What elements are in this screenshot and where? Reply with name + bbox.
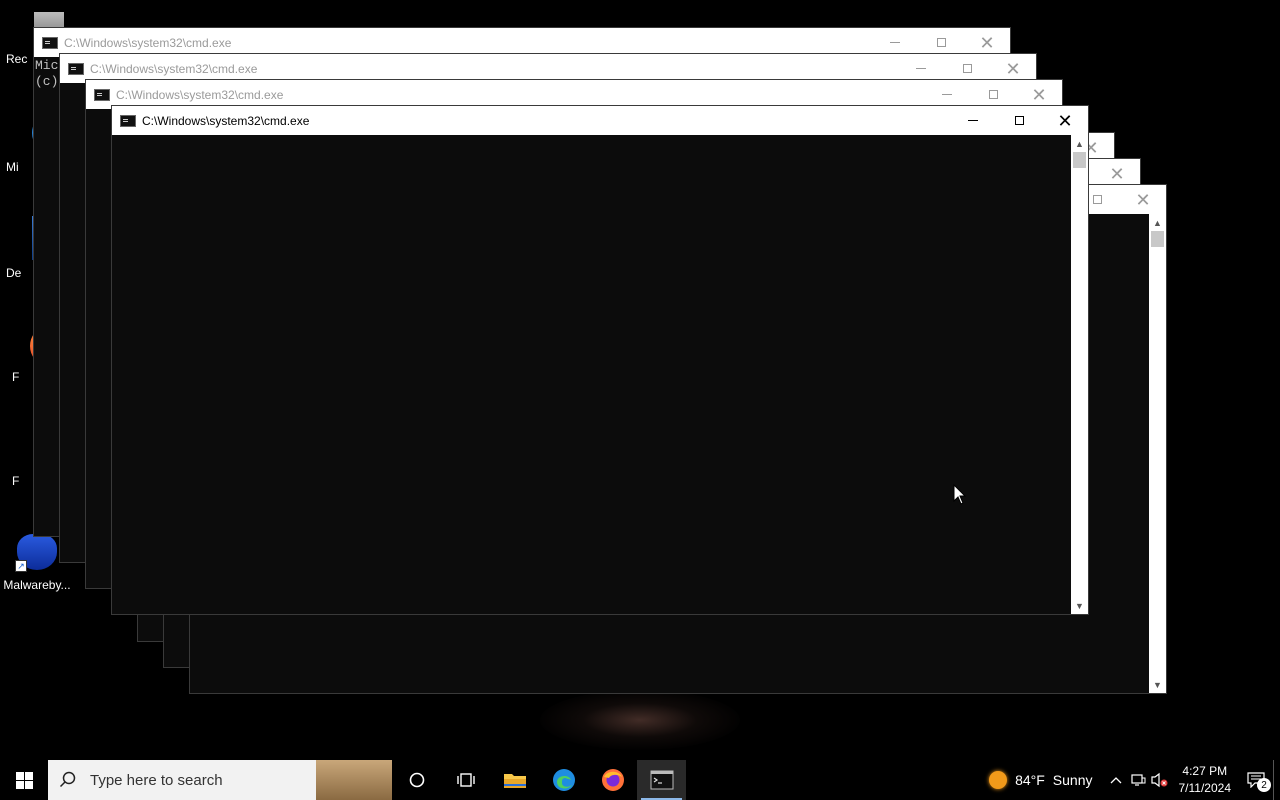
firefox-icon bbox=[601, 769, 624, 791]
clock[interactable]: 4:27 PM 7/11/2024 bbox=[1179, 763, 1232, 797]
cmd-icon bbox=[650, 770, 673, 790]
system-tray: 84°F Sunny 4:27 PM 7/11/2024 2 bbox=[989, 760, 1280, 800]
search-icon bbox=[48, 771, 88, 789]
file-explorer-button[interactable] bbox=[490, 760, 539, 800]
window-title: C:\Windows\system32\cmd.exe bbox=[90, 61, 258, 76]
window-title: C:\Windows\system32\cmd.exe bbox=[64, 35, 232, 50]
taskbar: 84°F Sunny 4:27 PM 7/11/2024 2 bbox=[0, 760, 1280, 800]
console-line: Mic bbox=[35, 58, 59, 73]
scroll-thumb[interactable] bbox=[1073, 152, 1086, 168]
cmd-taskbar-button[interactable] bbox=[637, 760, 686, 800]
desktop-icon-label: Malwareby... bbox=[3, 578, 71, 592]
cortana-icon bbox=[409, 772, 424, 788]
action-center-button[interactable]: 2 bbox=[1239, 760, 1273, 800]
vertical-scrollbar[interactable]: ▲ ▼ bbox=[1071, 135, 1088, 614]
search-highlight-image bbox=[316, 760, 392, 800]
window-title: C:\Windows\system32\cmd.exe bbox=[142, 113, 310, 128]
weather-widget[interactable]: 84°F Sunny bbox=[989, 771, 1093, 789]
scroll-down-icon[interactable]: ▼ bbox=[1071, 597, 1088, 614]
volume-button[interactable] bbox=[1149, 760, 1171, 800]
edge-icon bbox=[552, 769, 575, 791]
window-title: C:\Windows\system32\cmd.exe bbox=[116, 87, 284, 102]
weather-description: Sunny bbox=[1052, 772, 1093, 788]
maximize-icon bbox=[988, 90, 998, 99]
cmd-icon bbox=[120, 114, 136, 127]
scroll-thumb[interactable] bbox=[1151, 231, 1164, 247]
scroll-down-icon[interactable]: ▼ bbox=[1149, 676, 1166, 693]
cmd-window-active[interactable]: C:\Windows\system32\cmd.exe ✕ ▲ ▼ bbox=[111, 105, 1089, 615]
weather-temperature: 84°F bbox=[1015, 772, 1045, 788]
close-icon: ✕ bbox=[979, 32, 995, 53]
maximize-icon bbox=[1014, 116, 1024, 125]
volume-muted-icon bbox=[1150, 772, 1167, 788]
network-icon bbox=[1130, 774, 1145, 786]
maximize-icon bbox=[962, 64, 972, 73]
search-input[interactable] bbox=[88, 770, 312, 790]
cortana-button[interactable] bbox=[392, 760, 441, 800]
cmd-icon bbox=[94, 88, 110, 101]
close-icon: ✕ bbox=[1005, 58, 1021, 79]
firefox-button[interactable] bbox=[588, 760, 637, 800]
close-button[interactable]: ✕ bbox=[1042, 106, 1088, 135]
folder-icon bbox=[503, 774, 526, 788]
show-desktop-button[interactable] bbox=[1273, 760, 1280, 800]
close-button[interactable]: ✕ bbox=[1120, 185, 1166, 214]
notification-count-badge: 2 bbox=[1257, 778, 1271, 792]
minimize-icon bbox=[916, 68, 926, 69]
vertical-scrollbar[interactable]: ▲ ▼ bbox=[1149, 214, 1166, 693]
minimize-icon bbox=[968, 120, 978, 121]
console-line: (c) bbox=[35, 74, 59, 89]
console-output: Mic (c) bbox=[34, 58, 58, 90]
show-hidden-icons-button[interactable] bbox=[1105, 760, 1127, 800]
edge-button[interactable] bbox=[539, 760, 588, 800]
network-button[interactable] bbox=[1127, 760, 1149, 800]
windows-logo-icon bbox=[15, 771, 33, 789]
mouse-cursor-icon bbox=[953, 484, 967, 505]
clock-date: 7/11/2024 bbox=[1178, 781, 1232, 795]
window-titlebar[interactable]: C:\Windows\system32\cmd.exe ✕ bbox=[112, 106, 1088, 135]
close-icon: ✕ bbox=[1057, 110, 1073, 131]
taskbar-search-box[interactable] bbox=[48, 760, 392, 800]
minimize-icon bbox=[890, 42, 900, 43]
cmd-icon bbox=[68, 62, 84, 75]
close-icon: ✕ bbox=[1109, 163, 1125, 184]
minimize-icon bbox=[942, 94, 952, 95]
clock-time: 4:27 PM bbox=[1182, 764, 1228, 778]
desktop: Rec Mi De F F ↗ Malwareby... ✕ ✕ ✕ ▲ ▼ C… bbox=[0, 0, 1280, 760]
close-icon: ✕ bbox=[1135, 189, 1151, 210]
scroll-up-icon[interactable]: ▲ bbox=[1071, 135, 1088, 152]
maximize-icon bbox=[936, 38, 946, 47]
scroll-up-icon[interactable]: ▲ bbox=[1149, 214, 1166, 231]
sun-icon bbox=[989, 771, 1008, 789]
close-icon: ✕ bbox=[1031, 84, 1047, 105]
task-view-button[interactable] bbox=[441, 760, 490, 800]
maximize-icon bbox=[1092, 195, 1102, 204]
cmd-icon bbox=[42, 36, 58, 49]
chevron-up-icon bbox=[1110, 777, 1121, 784]
start-button[interactable] bbox=[0, 760, 48, 800]
wallpaper-glow bbox=[540, 690, 740, 750]
maximize-button[interactable] bbox=[996, 106, 1042, 135]
task-view-icon bbox=[456, 773, 475, 787]
minimize-button[interactable] bbox=[950, 106, 996, 135]
